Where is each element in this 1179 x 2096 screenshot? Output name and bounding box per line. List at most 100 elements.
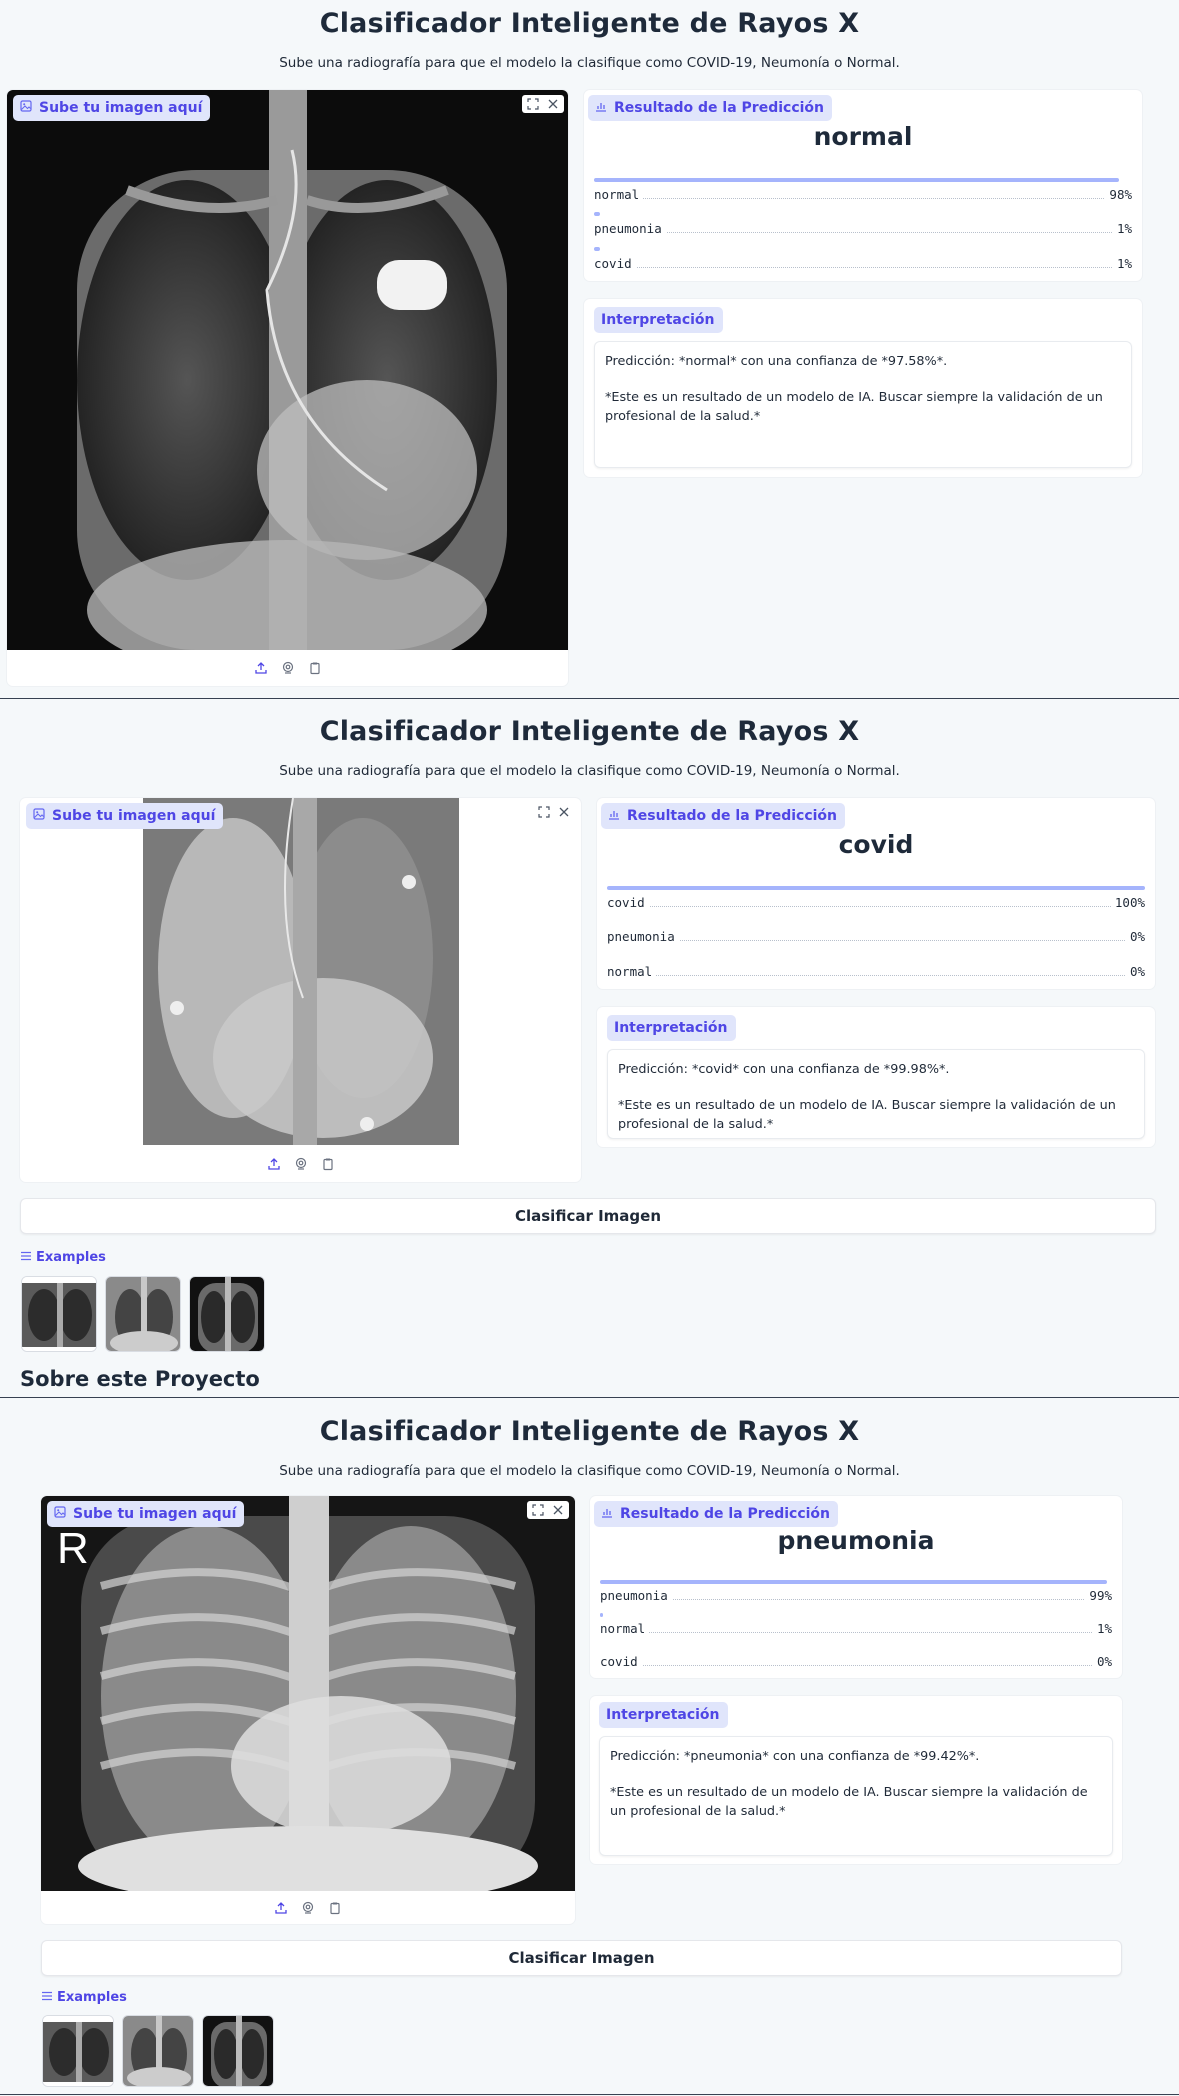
prediction-panel: Resultado de la Predicción covid covid 10… xyxy=(597,798,1155,989)
example-thumbnail[interactable] xyxy=(42,2015,114,2087)
confidence-row: normal 98% xyxy=(594,187,1132,202)
page-subtitle: Sube una radiografía para que el modelo … xyxy=(279,55,900,71)
example-thumbnail[interactable] xyxy=(189,1276,265,1352)
upload-icon[interactable] xyxy=(274,1901,289,1916)
confidence-bar xyxy=(600,1580,1107,1584)
confidence-row: pneumonia 99% xyxy=(600,1588,1112,1603)
screenshot-divider xyxy=(0,1397,1179,1398)
interpretation-panel: Interpretación Predicción: *covid* con u… xyxy=(597,1007,1155,1147)
upload-label-badge: Sube tu imagen aquí xyxy=(13,95,211,121)
interpretation-text: Predicción: *pneumonia* con una confianz… xyxy=(599,1736,1113,1856)
source-bar xyxy=(7,658,568,678)
webcam-icon[interactable] xyxy=(293,1157,308,1172)
examples-label-text: Examples xyxy=(36,1250,106,1265)
image-icon xyxy=(20,100,32,116)
result-label-badge: Resultado de la Predicción xyxy=(594,1501,838,1527)
interpretation-label-text: Interpretación xyxy=(614,1020,728,1036)
example-xray-image xyxy=(203,2016,273,2086)
webcam-icon[interactable] xyxy=(301,1901,316,1916)
page-subtitle: Sube una radiografía para que el modelo … xyxy=(279,1463,900,1479)
xray-overlay-marker: R xyxy=(57,1524,89,1573)
interpretation-label-badge: Interpretación xyxy=(594,307,723,333)
page-title: Clasificador Inteligente de Rayos X xyxy=(319,8,860,39)
example-thumbnail[interactable] xyxy=(105,1276,181,1352)
source-bar xyxy=(41,1898,575,1918)
image-icon xyxy=(54,1506,66,1522)
classify-button[interactable]: Clasificar Imagen xyxy=(20,1198,1156,1234)
confidence-row: covid 0% xyxy=(600,1654,1112,1669)
confidence-row: covid 100% xyxy=(607,895,1145,910)
examples-label: Examples xyxy=(42,1990,127,2005)
result-label-text: Resultado de la Predicción xyxy=(627,808,837,824)
close-icon[interactable] xyxy=(550,1502,566,1518)
confidence-row: normal 1% xyxy=(600,1621,1112,1636)
clipboard-icon[interactable] xyxy=(320,1157,335,1172)
prediction-panel: Resultado de la Predicción normal normal… xyxy=(584,90,1142,281)
list-icon xyxy=(42,1990,52,2005)
fullscreen-icon[interactable] xyxy=(530,1502,546,1518)
xray-image xyxy=(143,798,459,1145)
upload-icon[interactable] xyxy=(253,661,268,676)
upload-label-badge: Sube tu imagen aquí xyxy=(47,1501,245,1527)
confidence-bar xyxy=(594,178,1119,182)
predicted-class: pneumonia xyxy=(777,1526,935,1555)
upload-label-text: Sube tu imagen aquí xyxy=(39,100,203,116)
confidence-bar xyxy=(594,212,600,216)
disclaimer: *Este es un resultado de un modelo de IA… xyxy=(605,390,1103,424)
fullscreen-icon[interactable] xyxy=(536,804,552,820)
example-xray-image xyxy=(106,1277,180,1351)
examples-label-text: Examples xyxy=(57,1990,127,2005)
interpretation-line: Predicción: *covid* con una confianza de… xyxy=(618,1062,950,1077)
interpretation-label-badge: Interpretación xyxy=(607,1015,736,1041)
result-label-badge: Resultado de la Predicción xyxy=(588,95,832,121)
confidence-row: normal 0% xyxy=(607,964,1145,979)
upload-icon[interactable] xyxy=(266,1157,281,1172)
confidence-row: pneumonia 0% xyxy=(607,929,1145,944)
about-heading: Sobre este Proyecto xyxy=(20,1367,260,1391)
chart-icon xyxy=(601,1506,613,1522)
interpretation-label-text: Interpretación xyxy=(601,312,715,328)
chart-icon xyxy=(595,100,607,116)
example-thumbnail[interactable] xyxy=(202,2015,274,2087)
clipboard-icon[interactable] xyxy=(328,1901,343,1916)
fullscreen-icon[interactable] xyxy=(525,96,541,112)
chart-icon xyxy=(608,808,620,824)
webcam-icon[interactable] xyxy=(280,661,295,676)
example-thumbnail[interactable] xyxy=(122,2015,194,2087)
image-upload-panel[interactable]: Sube tu imagen aquí xyxy=(20,798,581,1182)
example-xray-image xyxy=(123,2016,193,2086)
example-thumbnail[interactable] xyxy=(21,1276,97,1352)
source-bar xyxy=(20,1154,581,1174)
prediction-panel: Resultado de la Predicción pneumonia pne… xyxy=(590,1496,1122,1678)
interpretation-text: Predicción: *covid* con una confianza de… xyxy=(607,1049,1145,1139)
interpretation-text: Predicción: *normal* con una confianza d… xyxy=(594,341,1132,468)
result-label-badge: Resultado de la Predicción xyxy=(601,803,845,829)
image-toolbar xyxy=(533,803,575,821)
page-title: Clasificador Inteligente de Rayos X xyxy=(319,716,860,747)
result-label-text: Resultado de la Predicción xyxy=(620,1506,830,1522)
predicted-class: normal xyxy=(813,122,913,151)
interpretation-panel: Interpretación Predicción: *pneumonia* c… xyxy=(590,1696,1122,1864)
disclaimer: *Este es un resultado de un modelo de IA… xyxy=(618,1098,1116,1132)
classify-button[interactable]: Clasificar Imagen xyxy=(41,1940,1122,1976)
image-icon xyxy=(33,808,45,824)
image-upload-panel[interactable]: R Sube tu imagen aquí xyxy=(41,1496,575,1924)
confidence-row: pneumonia 1% xyxy=(594,221,1132,236)
close-icon[interactable] xyxy=(545,96,561,112)
close-icon[interactable] xyxy=(556,804,572,820)
disclaimer: *Este es un resultado de un modelo de IA… xyxy=(610,1785,1088,1819)
upload-label-text: Sube tu imagen aquí xyxy=(73,1506,237,1522)
interpretation-line: Predicción: *normal* con una confianza d… xyxy=(605,354,948,369)
example-xray-image xyxy=(22,1277,96,1351)
clipboard-icon[interactable] xyxy=(307,661,322,676)
example-xray-image xyxy=(190,1277,264,1351)
confidence-bar xyxy=(594,247,600,251)
xray-image xyxy=(41,1496,575,1891)
example-xray-image xyxy=(43,2016,113,2086)
list-icon xyxy=(21,1250,31,1265)
page-title: Clasificador Inteligente de Rayos X xyxy=(319,1416,860,1447)
result-label-text: Resultado de la Predicción xyxy=(614,100,824,116)
interpretation-label-badge: Interpretación xyxy=(599,1702,728,1728)
image-upload-panel[interactable]: Sube tu imagen aquí xyxy=(7,90,568,686)
confidence-bar xyxy=(607,886,1145,890)
